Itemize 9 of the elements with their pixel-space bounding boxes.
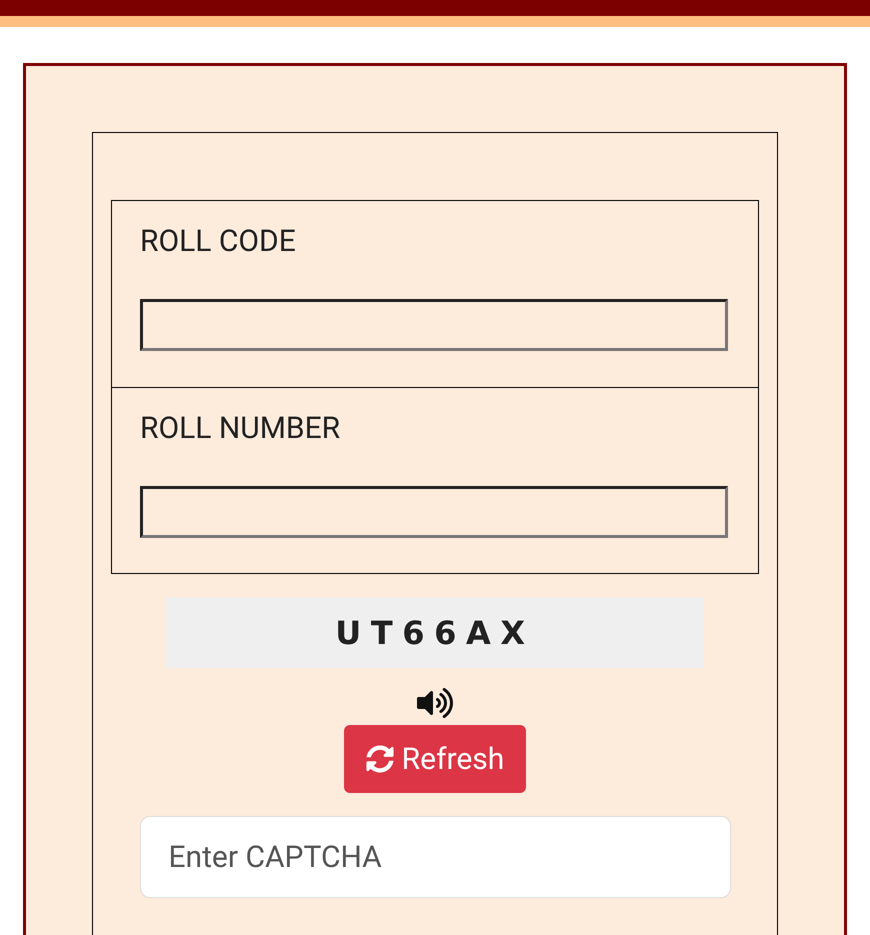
refresh-button[interactable]: Refresh bbox=[344, 725, 526, 793]
captcha-input[interactable]: Enter CAPTCHA bbox=[140, 816, 730, 898]
refresh-icon bbox=[366, 745, 394, 773]
field-label: ROLL CODE bbox=[140, 223, 297, 261]
text-input[interactable] bbox=[140, 299, 728, 351]
field-label: ROLL NUMBER bbox=[140, 410, 342, 448]
speaker-icon[interactable] bbox=[415, 687, 455, 719]
captcha-image: UT66AX bbox=[166, 597, 704, 668]
text-input[interactable] bbox=[140, 486, 728, 538]
